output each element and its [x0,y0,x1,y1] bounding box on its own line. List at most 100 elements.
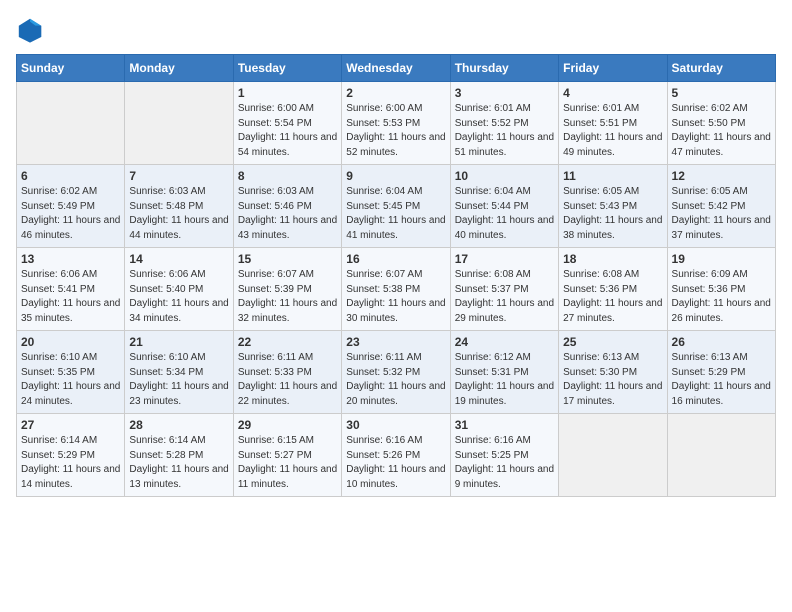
day-number: 29 [238,418,337,432]
calendar-cell: 30 Sunrise: 6:16 AMSunset: 5:26 PMDaylig… [342,414,450,497]
day-number: 19 [672,252,771,266]
header-day-friday: Friday [559,55,667,82]
calendar-cell: 23 Sunrise: 6:11 AMSunset: 5:32 PMDaylig… [342,331,450,414]
day-info: Sunrise: 6:06 AMSunset: 5:41 PMDaylight:… [21,268,120,326]
calendar-cell: 28 Sunrise: 6:14 AMSunset: 5:28 PMDaylig… [125,414,233,497]
day-number: 3 [455,86,554,100]
day-info: Sunrise: 6:10 AMSunset: 5:35 PMDaylight:… [21,351,120,409]
calendar-cell: 21 Sunrise: 6:10 AMSunset: 5:34 PMDaylig… [125,331,233,414]
calendar-cell: 14 Sunrise: 6:06 AMSunset: 5:40 PMDaylig… [125,248,233,331]
day-number: 21 [129,335,228,349]
calendar-cell: 19 Sunrise: 6:09 AMSunset: 5:36 PMDaylig… [667,248,775,331]
calendar-cell: 31 Sunrise: 6:16 AMSunset: 5:25 PMDaylig… [450,414,558,497]
day-info: Sunrise: 6:03 AMSunset: 5:48 PMDaylight:… [129,185,228,243]
day-number: 20 [21,335,120,349]
calendar-cell: 18 Sunrise: 6:08 AMSunset: 5:36 PMDaylig… [559,248,667,331]
day-number: 4 [563,86,662,100]
day-info: Sunrise: 6:02 AMSunset: 5:49 PMDaylight:… [21,185,120,243]
day-number: 10 [455,169,554,183]
calendar-cell: 2 Sunrise: 6:00 AMSunset: 5:53 PMDayligh… [342,82,450,165]
day-info: Sunrise: 6:11 AMSunset: 5:33 PMDaylight:… [238,351,337,409]
header-day-monday: Monday [125,55,233,82]
calendar-cell [559,414,667,497]
day-info: Sunrise: 6:07 AMSunset: 5:39 PMDaylight:… [238,268,337,326]
day-number: 23 [346,335,445,349]
day-number: 8 [238,169,337,183]
calendar-cell: 24 Sunrise: 6:12 AMSunset: 5:31 PMDaylig… [450,331,558,414]
day-number: 11 [563,169,662,183]
day-number: 18 [563,252,662,266]
day-info: Sunrise: 6:10 AMSunset: 5:34 PMDaylight:… [129,351,228,409]
day-info: Sunrise: 6:12 AMSunset: 5:31 PMDaylight:… [455,351,554,409]
day-info: Sunrise: 6:14 AMSunset: 5:29 PMDaylight:… [21,434,120,492]
day-info: Sunrise: 6:03 AMSunset: 5:46 PMDaylight:… [238,185,337,243]
day-info: Sunrise: 6:04 AMSunset: 5:44 PMDaylight:… [455,185,554,243]
calendar-cell: 13 Sunrise: 6:06 AMSunset: 5:41 PMDaylig… [17,248,125,331]
day-number: 27 [21,418,120,432]
calendar-cell: 4 Sunrise: 6:01 AMSunset: 5:51 PMDayligh… [559,82,667,165]
day-number: 13 [21,252,120,266]
day-info: Sunrise: 6:08 AMSunset: 5:36 PMDaylight:… [563,268,662,326]
calendar-cell: 10 Sunrise: 6:04 AMSunset: 5:44 PMDaylig… [450,165,558,248]
day-number: 12 [672,169,771,183]
day-info: Sunrise: 6:05 AMSunset: 5:43 PMDaylight:… [563,185,662,243]
day-number: 16 [346,252,445,266]
day-number: 6 [21,169,120,183]
day-info: Sunrise: 6:00 AMSunset: 5:53 PMDaylight:… [346,102,445,160]
day-info: Sunrise: 6:09 AMSunset: 5:36 PMDaylight:… [672,268,771,326]
day-info: Sunrise: 6:01 AMSunset: 5:52 PMDaylight:… [455,102,554,160]
calendar-cell: 22 Sunrise: 6:11 AMSunset: 5:33 PMDaylig… [233,331,341,414]
calendar-cell: 11 Sunrise: 6:05 AMSunset: 5:43 PMDaylig… [559,165,667,248]
calendar-cell: 29 Sunrise: 6:15 AMSunset: 5:27 PMDaylig… [233,414,341,497]
calendar-cell: 5 Sunrise: 6:02 AMSunset: 5:50 PMDayligh… [667,82,775,165]
calendar-cell: 7 Sunrise: 6:03 AMSunset: 5:48 PMDayligh… [125,165,233,248]
day-number: 25 [563,335,662,349]
header-day-sunday: Sunday [17,55,125,82]
calendar-cell [667,414,775,497]
header-day-thursday: Thursday [450,55,558,82]
day-info: Sunrise: 6:00 AMSunset: 5:54 PMDaylight:… [238,102,337,160]
page-header [16,16,776,44]
day-number: 30 [346,418,445,432]
calendar-cell: 27 Sunrise: 6:14 AMSunset: 5:29 PMDaylig… [17,414,125,497]
calendar-table: SundayMondayTuesdayWednesdayThursdayFrid… [16,54,776,497]
day-number: 7 [129,169,228,183]
header-day-tuesday: Tuesday [233,55,341,82]
day-info: Sunrise: 6:13 AMSunset: 5:29 PMDaylight:… [672,351,771,409]
calendar-cell: 1 Sunrise: 6:00 AMSunset: 5:54 PMDayligh… [233,82,341,165]
header-day-saturday: Saturday [667,55,775,82]
day-number: 28 [129,418,228,432]
day-number: 24 [455,335,554,349]
day-info: Sunrise: 6:11 AMSunset: 5:32 PMDaylight:… [346,351,445,409]
calendar-cell: 16 Sunrise: 6:07 AMSunset: 5:38 PMDaylig… [342,248,450,331]
day-info: Sunrise: 6:01 AMSunset: 5:51 PMDaylight:… [563,102,662,160]
day-number: 14 [129,252,228,266]
calendar-cell: 8 Sunrise: 6:03 AMSunset: 5:46 PMDayligh… [233,165,341,248]
day-info: Sunrise: 6:02 AMSunset: 5:50 PMDaylight:… [672,102,771,160]
day-number: 2 [346,86,445,100]
day-info: Sunrise: 6:16 AMSunset: 5:26 PMDaylight:… [346,434,445,492]
day-number: 17 [455,252,554,266]
day-info: Sunrise: 6:07 AMSunset: 5:38 PMDaylight:… [346,268,445,326]
day-info: Sunrise: 6:06 AMSunset: 5:40 PMDaylight:… [129,268,228,326]
calendar-week-5: 27 Sunrise: 6:14 AMSunset: 5:29 PMDaylig… [17,414,776,497]
header-day-wednesday: Wednesday [342,55,450,82]
day-number: 15 [238,252,337,266]
logo [16,16,48,44]
day-number: 5 [672,86,771,100]
day-info: Sunrise: 6:13 AMSunset: 5:30 PMDaylight:… [563,351,662,409]
day-info: Sunrise: 6:04 AMSunset: 5:45 PMDaylight:… [346,185,445,243]
calendar-cell: 9 Sunrise: 6:04 AMSunset: 5:45 PMDayligh… [342,165,450,248]
calendar-cell: 20 Sunrise: 6:10 AMSunset: 5:35 PMDaylig… [17,331,125,414]
calendar-week-3: 13 Sunrise: 6:06 AMSunset: 5:41 PMDaylig… [17,248,776,331]
day-info: Sunrise: 6:15 AMSunset: 5:27 PMDaylight:… [238,434,337,492]
calendar-week-1: 1 Sunrise: 6:00 AMSunset: 5:54 PMDayligh… [17,82,776,165]
calendar-cell: 25 Sunrise: 6:13 AMSunset: 5:30 PMDaylig… [559,331,667,414]
day-info: Sunrise: 6:08 AMSunset: 5:37 PMDaylight:… [455,268,554,326]
calendar-cell [125,82,233,165]
day-number: 9 [346,169,445,183]
calendar-cell: 15 Sunrise: 6:07 AMSunset: 5:39 PMDaylig… [233,248,341,331]
calendar-cell: 3 Sunrise: 6:01 AMSunset: 5:52 PMDayligh… [450,82,558,165]
calendar-cell: 6 Sunrise: 6:02 AMSunset: 5:49 PMDayligh… [17,165,125,248]
day-info: Sunrise: 6:05 AMSunset: 5:42 PMDaylight:… [672,185,771,243]
